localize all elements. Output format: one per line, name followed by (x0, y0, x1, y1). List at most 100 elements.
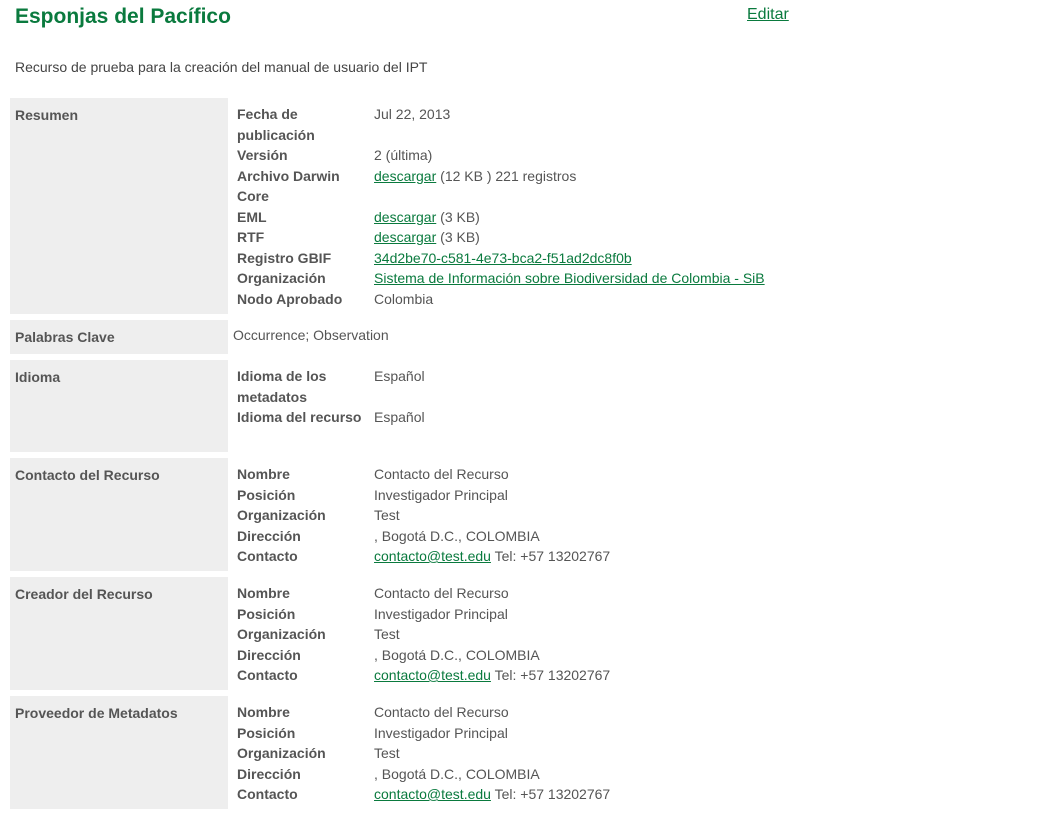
eml-size: (3 KB) (436, 208, 480, 225)
section-label: Creador del Recurso (10, 577, 228, 690)
row-nodo: Nodo Aprobado Colombia (237, 289, 1044, 310)
phone-text: Tel: +57 13202767 (490, 548, 611, 564)
key-label: Contacto (237, 786, 298, 802)
key-label: Dirección (237, 765, 301, 782)
row-posicion: Posición Investigador Principal (237, 604, 1044, 625)
keywords-value: Occurrence; Observation (233, 327, 389, 343)
key-label: Organización (237, 745, 326, 761)
value: Español (374, 409, 425, 425)
value: Test (374, 507, 400, 523)
value: Test (374, 745, 400, 761)
row-direccion: Dirección , Bogotá D.C., COLOMBIA (237, 526, 1044, 547)
value: Contacto del Recurso (374, 585, 509, 601)
value: contacto@test.edu Tel: +57 13202767 (374, 546, 610, 567)
row-direccion: Dirección , Bogotá D.C., COLOMBIA (237, 764, 1044, 785)
key-label: Idioma de los metadatos (237, 368, 327, 405)
row-contacto: Contacto contacto@test.edu Tel: +57 13202… (237, 546, 1044, 567)
email-link[interactable]: contacto@test.edu (374, 548, 491, 564)
section-label: Palabras Clave (10, 320, 228, 354)
value: Español (374, 368, 425, 384)
section-body: Nombre Contacto del Recurso Posición Inves… (228, 696, 1044, 809)
key-label: RTF (237, 229, 265, 245)
key-label: Fecha de publicación (237, 106, 315, 143)
section-label: Idioma (10, 360, 228, 452)
key-label: Organización (237, 626, 326, 642)
eml-download-link[interactable]: descargar (374, 209, 436, 225)
key-label: Versión (237, 147, 288, 163)
value: Investigador Principal (374, 605, 508, 622)
row-idioma-recurso: Idioma del recurso Español (237, 407, 1044, 428)
section-proveedor-metadatos: Proveedor de Metadatos Nombre Contacto de… (10, 696, 1044, 809)
value: 2 (última) (374, 147, 433, 163)
row-organizacion: Organización Test (237, 743, 1044, 764)
gbif-registry-link[interactable]: 34d2be70-c581-4e73-bca2-f51ad2dc8f0b (374, 250, 632, 266)
section-body: Nombre Contacto del Recurso Posición Inves… (228, 577, 1044, 690)
resource-sections: Resumen Fecha de publicación Jul 22, 201… (10, 98, 1044, 815)
key-label: EML (237, 208, 267, 225)
value: contacto@test.edu Tel: +57 13202767 (374, 665, 610, 686)
organization-link[interactable]: Sistema de Información sobre Biodiversid… (374, 270, 765, 286)
value: Jul 22, 2013 (374, 106, 451, 122)
row-contacto: Contacto contacto@test.edu Tel: +57 13202… (237, 784, 1044, 805)
rtf-download-link[interactable]: descargar (374, 229, 436, 245)
edit-link[interactable]: Editar (747, 6, 789, 24)
key-label: Organización (237, 507, 326, 523)
value: , Bogotá D.C., COLOMBIA (374, 646, 540, 663)
value: descargar (3 KB) (374, 227, 480, 248)
value: 34d2be70-c581-4e73-bca2-f51ad2dc8f0b (374, 248, 632, 269)
value: Investigador Principal (374, 724, 508, 741)
key-label: Nombre (237, 466, 290, 482)
row-nombre: Nombre Contacto del Recurso (237, 583, 1044, 604)
row-eml: EML descargar (3 KB) (237, 207, 1044, 228)
row-gbif: Registro GBIF 34d2be70-c581-4e73-bca2-f5… (237, 248, 1044, 269)
key-label: Idioma del recurso (237, 409, 362, 425)
row-organizacion: Organización Sistema de Información sobr… (237, 268, 1044, 289)
dwc-download-link[interactable]: descargar (374, 168, 436, 184)
value: Colombia (374, 290, 434, 307)
key-label: Nombre (237, 585, 290, 601)
value: Contacto del Recurso (374, 704, 509, 720)
section-body: Nombre Contacto del Recurso Posición Inves… (228, 458, 1044, 571)
row-dwc: Archivo Darwin Core descargar (12 KB ) 2… (237, 166, 1044, 207)
row-direccion: Dirección , Bogotá D.C., COLOMBIA (237, 645, 1044, 666)
key-label: Contacto (237, 667, 298, 683)
section-body: Fecha de publicación Jul 22, 2013 Versió… (228, 98, 1044, 314)
value: Test (374, 626, 400, 642)
key-label: Dirección (237, 527, 301, 544)
row-contacto: Contacto contacto@test.edu Tel: +57 13202… (237, 665, 1044, 686)
key-label: Nombre (237, 704, 290, 720)
page-title: Esponjas del Pacífico (15, 5, 231, 28)
row-idioma-metadatos: Idioma de los metadatos Español (237, 366, 1044, 407)
resource-description: Recurso de prueba para la creación del m… (15, 59, 428, 75)
value: , Bogotá D.C., COLOMBIA (374, 765, 540, 782)
phone-text: Tel: +57 13202767 (490, 667, 611, 683)
row-organizacion: Organización Test (237, 624, 1044, 645)
key-label: Posición (237, 605, 296, 622)
section-label: Contacto del Recurso (10, 458, 228, 571)
row-organizacion: Organización Test (237, 505, 1044, 526)
section-creador-recurso: Creador del Recurso Nombre Contacto del R… (10, 577, 1044, 690)
value: Contacto del Recurso (374, 466, 509, 482)
email-link[interactable]: contacto@test.edu (374, 667, 491, 683)
row-version: Versión 2 (última) (237, 145, 1044, 166)
row-rtf: RTF descargar (3 KB) (237, 227, 1044, 248)
value: contacto@test.edu Tel: +57 13202767 (374, 784, 610, 805)
row-nombre: Nombre Contacto del Recurso (237, 464, 1044, 485)
key-label: Archivo Darwin Core (237, 167, 340, 205)
section-palabras-clave: Palabras Clave Occurrence; Observation (10, 320, 1044, 354)
row-posicion: Posición Investigador Principal (237, 723, 1044, 744)
row-posicion: Posición Investigador Principal (237, 485, 1044, 506)
section-contacto-recurso: Contacto del Recurso Nombre Contacto del … (10, 458, 1044, 571)
row-fecha: Fecha de publicación Jul 22, 2013 (237, 104, 1044, 145)
value: descargar (12 KB ) 221 registros (374, 166, 576, 207)
key-label: Nodo Aprobado (237, 290, 343, 307)
email-link[interactable]: contacto@test.edu (374, 786, 491, 802)
value: , Bogotá D.C., COLOMBIA (374, 527, 540, 544)
key-label: Dirección (237, 646, 301, 663)
row-nombre: Nombre Contacto del Recurso (237, 702, 1044, 723)
section-idioma: Idioma Idioma de los metadatos Español I… (10, 360, 1044, 452)
section-body: Idioma de los metadatos Español Idioma d… (228, 360, 1044, 452)
dwc-size: (12 KB ) 221 registros (436, 167, 577, 184)
section-label: Resumen (10, 98, 228, 314)
key-label: Registro GBIF (237, 249, 332, 266)
